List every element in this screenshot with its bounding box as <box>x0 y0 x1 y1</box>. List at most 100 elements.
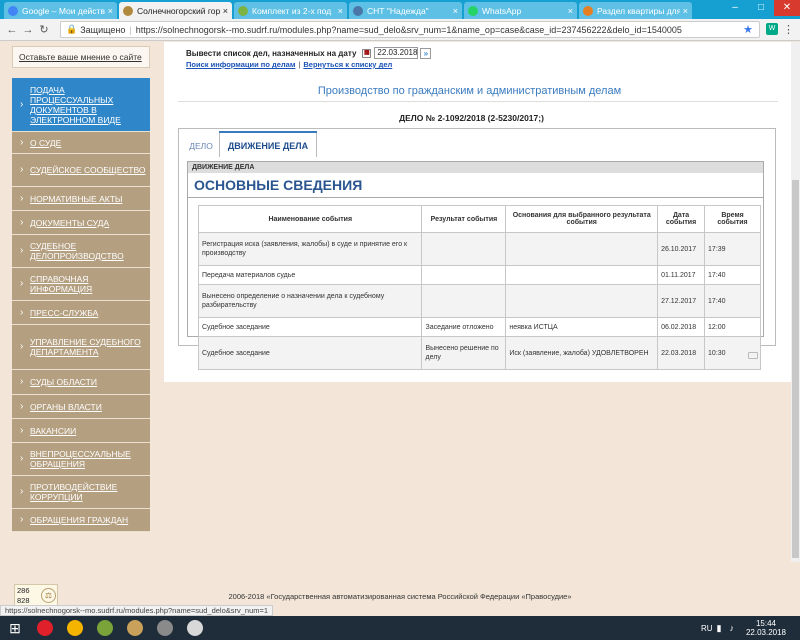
date-input[interactable]: 22.03.2018 <box>374 47 419 59</box>
table-cell: неявка ИСТЦА <box>505 317 659 337</box>
sidebar-item[interactable]: Вакансии <box>12 419 150 443</box>
table-cell: Иск (заявление, жалоба) УДОВЛЕТВОРЕН <box>505 336 659 370</box>
reload-icon[interactable]: ↻ <box>36 23 52 36</box>
print-icon[interactable] <box>748 352 758 359</box>
lock-icon: 🔒 <box>66 24 78 34</box>
sidebar-item[interactable]: Суды области <box>12 370 150 395</box>
notepad-icon[interactable] <box>180 616 210 640</box>
column-header: Время события <box>704 205 761 233</box>
maximize-button[interactable]: □ <box>748 0 774 16</box>
clock-time: 15:44 <box>755 619 776 628</box>
sidebar-item[interactable]: Внепроцессуальные обращения <box>12 443 150 476</box>
table-cell: 22.03.2018 <box>657 336 706 370</box>
app-icon[interactable] <box>150 616 180 640</box>
browser-tab-bar: Google – Мои действ × Солнечногорский гор ×… <box>0 0 800 19</box>
address-bar: ← → ↻ 🔒 Защищено | https://solnechnogors… <box>0 19 800 41</box>
table-cell: Судебное заседание <box>197 336 423 370</box>
table-cell: 17:39 <box>704 232 761 266</box>
table-cell: Регистрация иска (заявления, жалобы) в с… <box>197 232 423 266</box>
scrollbar-thumb[interactable] <box>792 180 799 558</box>
feedback-link[interactable]: Оставьте ваше мнение о сайте <box>12 46 150 68</box>
sidebar-item[interactable]: Нормативные акты <box>12 187 150 211</box>
case-number: ДЕЛО № 2-1092/2018 (2-5230/2017;) <box>399 113 544 123</box>
tab-case[interactable]: ДЕЛО <box>183 136 219 156</box>
table-cell: 12:00 <box>704 317 761 337</box>
close-tab-icon[interactable]: × <box>568 6 573 16</box>
sidebar-item[interactable]: Подача процессуальных документов в элект… <box>12 78 150 132</box>
sidebar-item[interactable]: Справочная информация <box>12 268 150 301</box>
back-to-list-link[interactable]: Вернуться к списку дел <box>303 60 392 69</box>
language-indicator[interactable]: RU <box>701 624 713 633</box>
browser-tab[interactable]: Раздел квартиры для × <box>579 2 692 19</box>
sidebar-item[interactable]: Противодействие коррупции <box>12 476 150 509</box>
production-title: Производство по гражданским и администра… <box>317 85 622 97</box>
browser-tab[interactable]: Комплект из 2-х под × <box>234 2 347 19</box>
sidebar-item[interactable]: Пресс-служба <box>12 301 150 325</box>
table-cell: Вынесено решение по делу <box>421 336 507 370</box>
browser-tab[interactable]: СНТ "Надежда" × <box>349 2 462 19</box>
chrome-icon[interactable] <box>60 616 90 640</box>
browser-tab[interactable]: Солнечногорский гор × <box>119 2 232 19</box>
table-cell <box>505 265 659 285</box>
url-input[interactable]: 🔒 Защищено | https://solnechnogorsk--mo.… <box>60 21 760 38</box>
table-cell: Передача материалов судье <box>197 265 423 285</box>
google-icon <box>8 5 18 16</box>
divider <box>178 101 778 102</box>
column-header: Наименование события <box>197 205 423 233</box>
close-window-button[interactable]: ✕ <box>774 0 800 16</box>
close-tab-icon[interactable]: × <box>108 6 113 16</box>
case-links: Поиск информации по делам | Вернуться к сп… <box>186 60 393 69</box>
go-button[interactable]: » <box>420 47 432 59</box>
close-tab-icon[interactable]: × <box>453 6 458 16</box>
browser-tab[interactable]: Google – Мои действ × <box>4 2 117 19</box>
extension-icon[interactable]: W <box>766 23 778 35</box>
table-cell: 27.12.2017 <box>657 284 706 318</box>
sidebar-item[interactable]: Обращения граждан <box>12 509 150 532</box>
windows-start-icon[interactable]: ⊞ <box>0 616 30 640</box>
table-cell <box>505 284 659 318</box>
table-cell: 01.11.2017 <box>657 265 706 285</box>
close-tab-icon[interactable]: × <box>338 6 343 16</box>
column-header: Основания для выбранного результата собы… <box>505 205 659 233</box>
url-text: https://solnechnogorsk--mo.sudrf.ru/modu… <box>135 24 682 35</box>
table-cell: 26.10.2017 <box>657 232 706 266</box>
sidebar-item[interactable]: Судейское сообщество <box>12 154 150 187</box>
game-icon[interactable] <box>90 616 120 640</box>
close-tab-icon[interactable]: × <box>223 6 228 16</box>
photo-icon[interactable] <box>120 616 150 640</box>
clock[interactable]: 15:44 22.03.2018 <box>746 619 786 637</box>
table-cell <box>421 232 507 266</box>
case-tabs-panel: ДЕЛО ДВИЖЕНИЕ ДЕЛА ДВИЖЕНИЕ ДЕЛА ОСНОВНЫ… <box>178 128 776 370</box>
shop-icon <box>238 5 248 16</box>
browser-tab[interactable]: WhatsApp × <box>464 2 577 19</box>
window-controls: – □ ✕ <box>722 0 800 16</box>
table-cell: 17:40 <box>704 265 761 285</box>
movement-panel: ДВИЖЕНИЕ ДЕЛА ОСНОВНЫЕ СВЕДЕНИЯ Наименов… <box>187 161 764 370</box>
menu-icon[interactable]: ⋮ <box>783 23 794 36</box>
sidebar-menu: Подача процессуальных документов в элект… <box>12 78 150 532</box>
opera-icon[interactable] <box>30 616 60 640</box>
forward-icon[interactable]: → <box>20 24 36 36</box>
scrollbar[interactable] <box>791 42 800 562</box>
search-cases-link[interactable]: Поиск информации по делам <box>186 60 295 69</box>
sidebar-item[interactable]: Органы власти <box>12 395 150 419</box>
browser-tab-title: Раздел квартиры для <box>597 5 680 16</box>
back-icon[interactable]: ← <box>4 24 20 36</box>
sidebar-item[interactable]: Управление Судебного департамента <box>12 325 150 370</box>
close-tab-icon[interactable]: × <box>683 6 688 16</box>
network-icon[interactable]: ▮ <box>717 623 722 634</box>
bookmark-star-icon[interactable]: ★ <box>743 23 753 36</box>
calendar-icon[interactable]: ▦ <box>362 48 372 58</box>
volume-icon[interactable]: ♪ <box>729 623 734 633</box>
table-cell <box>421 265 507 285</box>
minimize-button[interactable]: – <box>722 0 748 16</box>
events-table: Наименование события Результат события Осн… <box>197 205 761 370</box>
clock-date: 22.03.2018 <box>745 628 786 637</box>
table-row: Передача материалов судье 01.11.2017 17:40 <box>197 265 761 285</box>
table-row: Регистрация иска (заявления, жалобы) в с… <box>197 232 761 266</box>
table-cell: 06.02.2018 <box>657 317 706 337</box>
sidebar-item[interactable]: Документы суда <box>12 211 150 235</box>
sidebar-item[interactable]: Судебное делопроизводство <box>12 235 150 268</box>
tab-movement[interactable]: ДВИЖЕНИЕ ДЕЛА <box>219 131 317 157</box>
sidebar-item[interactable]: О суде <box>12 132 150 154</box>
